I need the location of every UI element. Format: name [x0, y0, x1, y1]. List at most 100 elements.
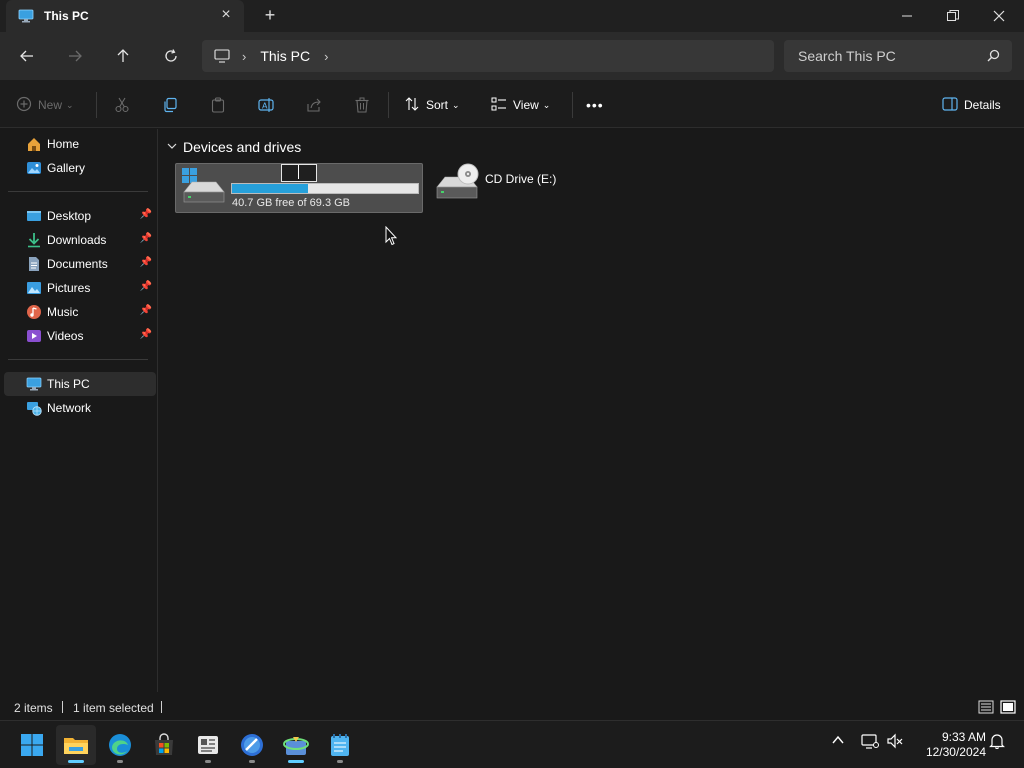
- this-pc-icon: [26, 376, 42, 392]
- details-button[interactable]: Details: [942, 92, 1001, 118]
- drive-tile-cd[interactable]: CD Drive (E:): [433, 163, 573, 203]
- refresh-icon[interactable]: [157, 42, 185, 70]
- svg-text:A: A: [262, 102, 268, 111]
- sidebar-item-videos[interactable]: Videos 📌: [4, 324, 156, 348]
- share-icon[interactable]: [306, 92, 322, 118]
- running-indicator: [205, 760, 211, 763]
- restore-icon[interactable]: [930, 0, 976, 32]
- drive-tile-local-disk[interactable]: 40.7 GB free of 69.3 GB: [175, 163, 423, 213]
- back-icon[interactable]: [13, 42, 41, 70]
- delete-icon[interactable]: [354, 92, 370, 118]
- address-row: › This PC › Search This PC: [0, 32, 1024, 80]
- group-header-devices[interactable]: Devices and drives: [167, 139, 301, 155]
- videos-icon: [26, 328, 42, 344]
- sidebar-item-this-pc[interactable]: This PC: [4, 372, 156, 396]
- sidebar-item-label: Documents: [47, 257, 108, 271]
- more-options-icon[interactable]: •••: [586, 92, 604, 118]
- divider: [161, 701, 162, 713]
- sidebar-item-music[interactable]: Music 📌: [4, 300, 156, 324]
- taskbar: 9:33 AM 12/30/2024: [0, 720, 1024, 768]
- system-clock[interactable]: 9:33 AM 12/30/2024: [914, 730, 986, 760]
- forward-icon[interactable]: [61, 42, 89, 70]
- pin-icon[interactable]: 📌: [140, 257, 152, 268]
- pin-icon[interactable]: 📌: [140, 281, 152, 292]
- cut-icon[interactable]: [114, 92, 130, 118]
- sidebar-item-label: Music: [47, 305, 79, 319]
- paste-icon[interactable]: [210, 92, 226, 118]
- sidebar-item-network[interactable]: Network: [4, 396, 156, 420]
- sort-icon: [404, 96, 420, 115]
- show-hidden-icons-icon[interactable]: [831, 733, 845, 750]
- sidebar-item-gallery[interactable]: Gallery: [4, 156, 156, 180]
- sidebar-item-home[interactable]: Home: [4, 132, 156, 156]
- installer-icon[interactable]: [276, 725, 316, 765]
- drive-usage-bar: [231, 183, 419, 194]
- nav-divider: [8, 191, 148, 192]
- new-tab-button[interactable]: +: [260, 6, 280, 25]
- monitor-icon: [18, 9, 34, 23]
- status-bar: 2 items 1 item selected: [0, 692, 1024, 720]
- running-indicator: [249, 760, 255, 763]
- sidebar-item-pictures[interactable]: Pictures 📌: [4, 276, 156, 300]
- group-title: Devices and drives: [183, 139, 302, 155]
- sidebar-item-label: Videos: [47, 329, 84, 343]
- drive-name: CD Drive (E:): [485, 172, 557, 186]
- desktop-icon: [26, 208, 42, 224]
- sidebar-item-documents[interactable]: Documents 📌: [4, 252, 156, 276]
- search-input[interactable]: Search This PC: [784, 40, 1012, 72]
- documents-icon: [26, 256, 42, 272]
- new-label: New: [38, 98, 63, 112]
- content-pane: Devices and drives 40.7 GB free of 69.3 …: [159, 129, 1024, 692]
- address-bar[interactable]: › This PC ›: [202, 40, 774, 72]
- sidebar-item-desktop[interactable]: Desktop 📌: [4, 204, 156, 228]
- chevron-down-icon[interactable]: [167, 142, 177, 153]
- sidebar-item-label: Home: [47, 137, 80, 151]
- rename-icon[interactable]: A: [258, 92, 274, 118]
- sidebar-item-label: This PC: [47, 377, 90, 391]
- view-button[interactable]: View ⌄: [491, 92, 550, 118]
- hard-drive-icon: [180, 166, 226, 206]
- search-icon: [987, 49, 1000, 65]
- clock-time: 9:33 AM: [941, 730, 986, 744]
- pin-icon[interactable]: 📌: [140, 209, 152, 220]
- tiles-view-icon[interactable]: [1000, 699, 1016, 715]
- sidebar-item-label: Downloads: [47, 233, 107, 247]
- sidebar-item-downloads[interactable]: Downloads 📌: [4, 228, 156, 252]
- drive-usage-fill: [232, 184, 309, 193]
- browser-icon[interactable]: [232, 725, 272, 765]
- file-explorer-icon[interactable]: [56, 725, 96, 765]
- edge-icon[interactable]: [100, 725, 140, 765]
- title-bar: This PC × +: [0, 0, 1024, 32]
- divider: [572, 92, 573, 118]
- mouse-cursor-icon: [385, 225, 398, 246]
- close-icon[interactable]: [976, 0, 1022, 32]
- tab-this-pc[interactable]: This PC ×: [6, 0, 244, 32]
- running-indicator: [288, 760, 304, 763]
- pin-icon[interactable]: 📌: [140, 233, 152, 244]
- sort-button[interactable]: Sort ⌄: [404, 92, 460, 118]
- close-tab-icon[interactable]: ×: [218, 7, 234, 24]
- breadcrumb-this-pc[interactable]: This PC: [260, 48, 310, 64]
- breadcrumb-chevron-icon[interactable]: ›: [242, 49, 246, 64]
- notepad-icon[interactable]: [320, 725, 360, 765]
- divider: [388, 92, 389, 118]
- music-icon: [26, 304, 42, 320]
- volume-muted-icon[interactable]: [886, 733, 904, 752]
- sidebar-item-label: Desktop: [47, 209, 92, 223]
- network-status-icon[interactable]: [861, 733, 879, 752]
- minimize-icon[interactable]: [884, 0, 930, 32]
- new-button[interactable]: New ⌄: [16, 92, 74, 118]
- pin-icon[interactable]: 📌: [140, 329, 152, 340]
- breadcrumb-chevron-icon[interactable]: ›: [324, 49, 328, 64]
- divider: [62, 701, 63, 713]
- news-icon[interactable]: [188, 725, 228, 765]
- notifications-bell-icon[interactable]: [989, 733, 1005, 752]
- details-view-icon[interactable]: [978, 699, 994, 715]
- store-icon[interactable]: [144, 725, 184, 765]
- pin-icon[interactable]: 📌: [140, 305, 152, 316]
- sidebar-item-label: Gallery: [47, 161, 86, 175]
- active-indicator: [68, 760, 84, 763]
- copy-icon[interactable]: [162, 92, 178, 118]
- start-icon[interactable]: [12, 725, 52, 765]
- up-icon[interactable]: [109, 42, 137, 70]
